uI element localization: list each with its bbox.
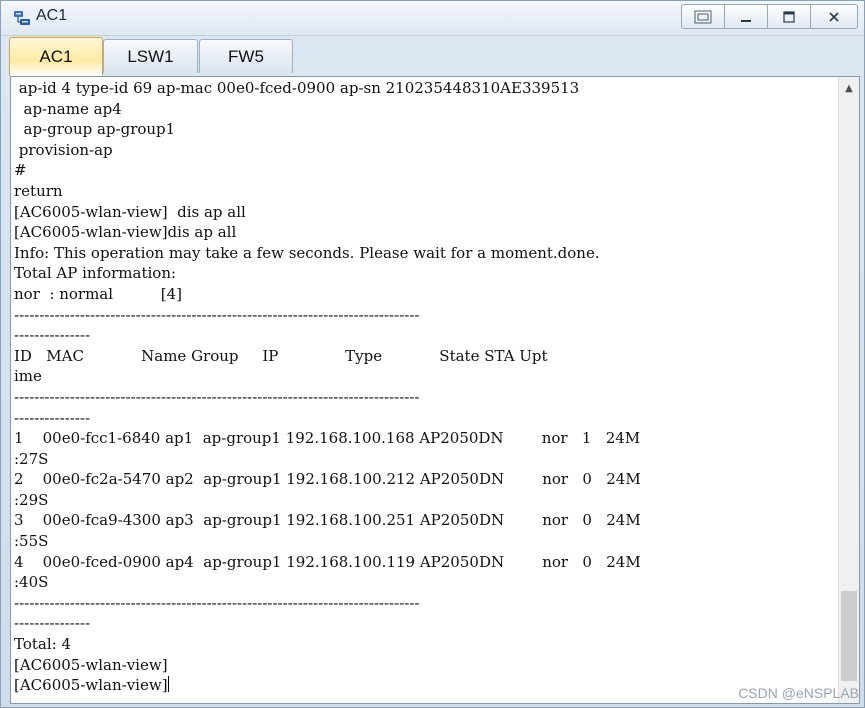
terminal-line: :55S [14,532,49,551]
terminal-line: :40S [14,573,49,592]
terminal-line: [AC6005-wlan-view]dis ap all [14,223,237,242]
terminal-line: nor : normal [4] [14,284,182,303]
title-bar[interactable]: AC1 [1,1,864,36]
terminal-line: ----------------------------------------… [14,593,420,612]
close-button[interactable] [810,4,858,29]
terminal-line: 3 00e0-fca9-4300 ap3 ap-group1 192.168.1… [14,511,641,530]
network-device-icon [14,11,30,25]
scroll-up-arrow-icon[interactable]: ▲ [839,79,859,97]
scrollbar-thumb[interactable] [841,591,857,681]
terminal-line: --------------- [14,614,91,633]
window-controls [681,4,858,31]
text-cursor [167,676,169,693]
terminal-line: Total AP information: [14,264,177,283]
tab-bar: AC1 LSW1 FW5 [1,36,864,76]
terminal-line: Info: This operation may take a few seco… [14,243,600,262]
terminal-line: provision-ap [14,140,113,159]
terminal-line: [AC6005-wlan-view] [14,655,168,674]
terminal-line: ap-group ap-group1 [14,120,176,139]
terminal-line: --------------- [14,326,91,345]
terminal-line: return [14,181,63,200]
close-icon [829,11,839,22]
maximize-button[interactable] [767,4,811,29]
terminal-output[interactable]: ap-id 4 type-id 69 ap-mac 00e0-fced-0900… [14,78,836,696]
terminal-line: 2 00e0-fc2a-5470 ap2 ap-group1 192.168.1… [14,470,641,489]
terminal-line: 4 00e0-fced-0900 ap4 ap-group1 192.168.1… [14,552,641,571]
minimize-button[interactable] [724,4,768,29]
watermark: CSDN @eNSPLAB [738,685,859,701]
tab-lsw1[interactable]: LSW1 [103,39,198,73]
minimize-icon [741,19,751,22]
terminal-console[interactable]: ap-id 4 type-id 69 ap-mac 00e0-fced-0900… [10,76,860,704]
terminal-line: 1 00e0-fcc1-6840 ap1 ap-group1 192.168.1… [14,429,641,448]
terminal-line: ----------------------------------------… [14,387,420,406]
terminal-window: AC1 AC1 LSW1 FW5 ap-id 4 type-id 69 ap-m… [0,0,865,708]
tab-fw5[interactable]: FW5 [199,39,293,73]
restore-layout-icon [694,10,712,23]
window-title: AC1 [36,7,68,24]
restore-layout-button[interactable] [681,4,725,29]
tab-ac1[interactable]: AC1 [9,37,103,76]
terminal-line: :27S [14,449,49,468]
terminal-line: [AC6005-wlan-view] dis ap all [14,202,246,221]
terminal-line: :29S [14,490,49,509]
terminal-line: --------------- [14,408,91,427]
terminal-line: ime [14,367,42,386]
maximize-icon [783,10,795,23]
vertical-scrollbar[interactable]: ▲ [838,77,859,703]
terminal-line: ----------------------------------------… [14,305,420,324]
terminal-line: ap-name ap4 [14,99,122,118]
terminal-line: # [14,161,27,180]
terminal-line: [AC6005-wlan-view] [14,676,168,695]
terminal-line: ID MAC Name Group IP Type State STA Upt [14,346,548,365]
terminal-line: ap-id 4 type-id 69 ap-mac 00e0-fced-0900… [14,79,580,97]
terminal-line: Total: 4 [14,635,72,654]
